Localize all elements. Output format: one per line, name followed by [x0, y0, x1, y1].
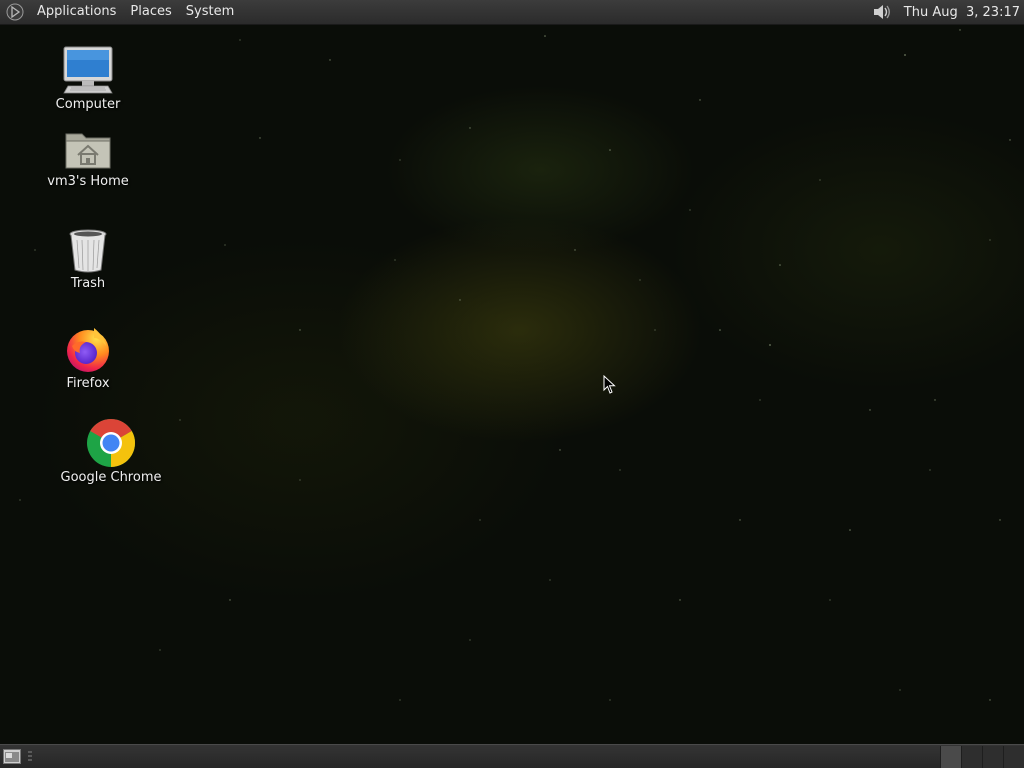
home-folder-icon: [65, 133, 111, 169]
desktop-icon-chrome[interactable]: Google Chrome: [56, 418, 166, 485]
desktop-icon-firefox[interactable]: Firefox: [33, 326, 143, 391]
desktop-icon-computer[interactable]: Computer: [33, 45, 143, 112]
desktop-icon-trash[interactable]: Trash: [33, 228, 143, 291]
places-menu[interactable]: Places: [123, 0, 178, 24]
workspace-3[interactable]: [982, 746, 1003, 768]
workspace-2[interactable]: [961, 746, 982, 768]
applications-menu[interactable]: Applications: [30, 0, 123, 24]
bottom-panel: [0, 744, 1024, 768]
speaker-icon[interactable]: [872, 3, 892, 21]
workspace-switcher: [940, 746, 1024, 768]
desktop-icon-label: Computer: [55, 97, 121, 112]
mouse-cursor-icon: [603, 375, 616, 394]
desktop-background[interactable]: [0, 0, 1024, 768]
top-panel: Applications Places System Thu Aug 3, 23…: [0, 0, 1024, 25]
workspace-1[interactable]: [940, 746, 961, 768]
desktop-icon-label: Firefox: [66, 376, 110, 391]
panel-grip[interactable]: [28, 751, 32, 763]
applications-logo-icon[interactable]: [6, 3, 24, 21]
clock[interactable]: Thu Aug 3, 23:17: [904, 5, 1020, 20]
trash-icon: [69, 229, 107, 273]
computer-icon: [63, 46, 113, 94]
star-field: [19, 29, 1011, 701]
firefox-icon: [67, 328, 109, 372]
workspace-4[interactable]: [1003, 746, 1024, 768]
desktop-icon-label: Trash: [70, 276, 106, 291]
system-menu[interactable]: System: [179, 0, 241, 24]
desktop-icon-label: Google Chrome: [60, 470, 162, 485]
chrome-icon: [87, 418, 136, 467]
show-desktop-icon[interactable]: [3, 749, 21, 764]
panel-tray: Thu Aug 3, 23:17: [872, 0, 1020, 24]
desktop-icon-label: vm3's Home: [47, 174, 129, 189]
desktop-icon-home[interactable]: vm3's Home: [33, 128, 143, 189]
